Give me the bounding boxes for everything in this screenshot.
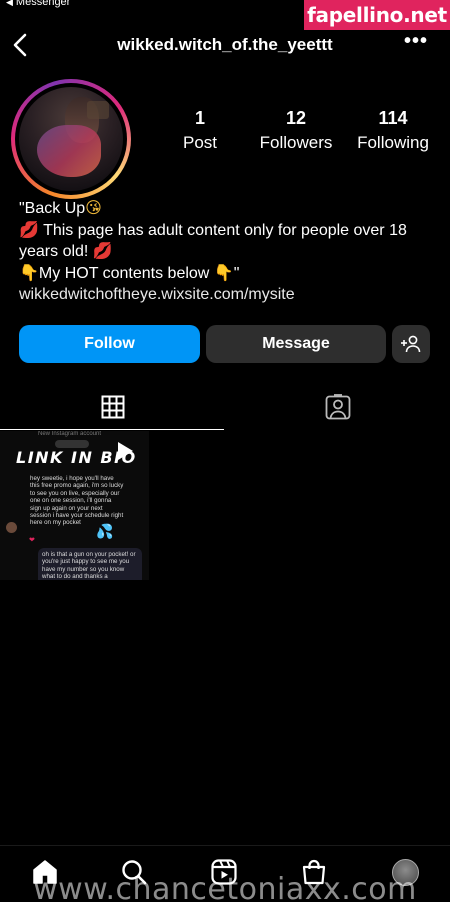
bio-text: " xyxy=(233,264,240,282)
active-tab-indicator xyxy=(0,429,224,430)
profile-header: wikked.witch_of.the_yeettt ••• xyxy=(0,28,450,62)
watermark-top: fapellino.net xyxy=(304,0,450,30)
profile-bio: "Back Up😘 💋 This page has adult content … xyxy=(19,198,439,306)
bio-text: My HOT contents below xyxy=(38,264,214,282)
story-ring[interactable] xyxy=(11,79,131,199)
lips-emoji-icon: 💋 xyxy=(19,221,39,239)
tab-tagged[interactable] xyxy=(225,384,450,430)
pointing-down-emoji-icon: 👇 xyxy=(213,264,234,282)
bio-line-3: 👇My HOT contents below 👇" xyxy=(19,263,439,285)
bio-text: This page has adult content only for peo… xyxy=(19,221,407,261)
page-title: wikked.witch_of.the_yeettt xyxy=(117,35,333,54)
stat-following[interactable]: 114 Following xyxy=(343,108,443,153)
watermark-bottom: www.chancetoniaxx.com xyxy=(33,872,417,902)
follow-button[interactable]: Follow xyxy=(19,325,200,363)
post-message-sent: oh is that a gun on your pocket! or you'… xyxy=(38,548,142,580)
tab-posts-grid[interactable] xyxy=(0,384,225,430)
bio-text: "Back Up xyxy=(19,200,86,217)
stat-count: 1 xyxy=(194,108,205,128)
bio-line-1: "Back Up😘 xyxy=(19,198,439,220)
message-button[interactable]: Message xyxy=(206,325,386,363)
stat-label: Post xyxy=(182,133,218,152)
post-faded-text: New Instagram account xyxy=(38,431,102,437)
heart-reaction-icon: ❤ xyxy=(29,537,35,544)
add-person-icon xyxy=(401,335,421,353)
avatar[interactable] xyxy=(19,87,123,191)
stat-followers[interactable]: 12 Followers xyxy=(246,108,346,153)
stat-count: 12 xyxy=(285,108,307,128)
status-bar: ◀ Messenger xyxy=(6,0,70,8)
post-thumbnail[interactable]: New Instagram account LINK IN BIO hey sw… xyxy=(0,431,149,580)
sweat-droplets-emoji-icon: 💦 xyxy=(96,523,114,539)
message-sender-avatar xyxy=(6,522,17,533)
back-to-app-arrow-icon[interactable]: ◀ xyxy=(6,0,13,8)
stat-label: Following xyxy=(357,133,429,152)
back-to-app-label[interactable]: Messenger xyxy=(16,0,70,8)
suggested-users-button[interactable] xyxy=(392,325,430,363)
tagged-person-icon xyxy=(325,394,350,420)
grid-icon xyxy=(101,395,124,419)
pointing-down-emoji-icon: 👇 xyxy=(19,264,39,282)
more-options-icon[interactable]: ••• xyxy=(404,30,428,53)
bio-link[interactable]: wikkedwitchoftheye.wixsite.com/mysite xyxy=(19,284,439,306)
post-pill xyxy=(55,440,89,448)
kissing-face-emoji-icon: 😘 xyxy=(85,200,102,217)
stat-count: 114 xyxy=(378,108,408,128)
stat-posts[interactable]: 1 Post xyxy=(150,108,250,153)
reel-play-icon xyxy=(118,442,133,460)
stat-label: Followers xyxy=(259,133,333,152)
bio-line-2: 💋 This page has adult content only for p… xyxy=(19,220,439,263)
lips-emoji-icon: 💋 xyxy=(92,243,113,260)
post-message-received: hey sweetie, i hope you'll have this fre… xyxy=(30,475,124,527)
